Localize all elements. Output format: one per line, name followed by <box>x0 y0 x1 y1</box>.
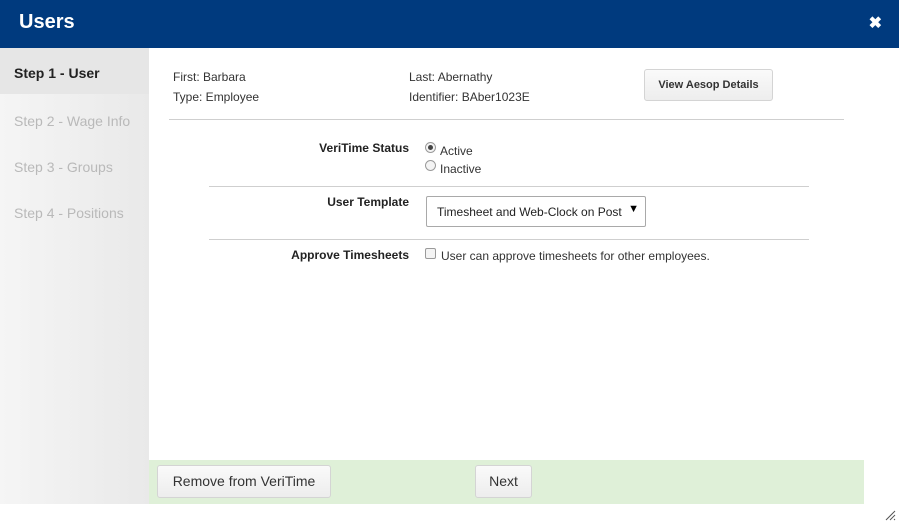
dialog-titlebar: Users ✖ <box>0 0 899 48</box>
divider <box>209 239 809 240</box>
user-last-name: Last: Abernathy <box>409 70 493 84</box>
step-2-wage-info[interactable]: Step 2 - Wage Info <box>0 96 149 142</box>
view-aesop-details-button[interactable]: View Aesop Details <box>644 69 773 101</box>
steps-sidebar: Step 1 - User Step 2 - Wage Info Step 3 … <box>0 48 149 504</box>
dialog-content: First: Barbara Type: Employee Last: Aber… <box>149 48 899 504</box>
user-type: Type: Employee <box>173 90 260 104</box>
step-4-positions[interactable]: Step 4 - Positions <box>0 188 149 234</box>
dialog-title: Users <box>19 11 75 33</box>
approve-timesheets-checkbox-label[interactable]: User can approve timesheets for other em… <box>441 249 710 263</box>
radio-selected-dot <box>428 145 433 150</box>
approve-timesheets-label: Approve Timesheets <box>291 248 409 262</box>
step-1-user[interactable]: Step 1 - User <box>0 48 149 94</box>
approve-timesheets-checkbox[interactable] <box>425 248 436 259</box>
user-template-value: Timesheet and Web-Clock on Post <box>437 205 622 219</box>
dropdown-arrow-icon: ▼ <box>628 203 639 215</box>
status-inactive-label[interactable]: Inactive <box>440 162 481 176</box>
next-button[interactable]: Next <box>475 465 532 498</box>
divider <box>169 119 844 120</box>
status-inactive-radio[interactable] <box>425 160 436 171</box>
dialog-footer: Remove from VeriTime Next <box>149 460 864 504</box>
user-identifier: Identifier: BAber1023E <box>409 90 530 104</box>
close-icon[interactable]: ✖ <box>869 14 882 34</box>
divider <box>209 186 809 187</box>
remove-from-veritime-button[interactable]: Remove from VeriTime <box>157 465 331 498</box>
veritime-status-label: VeriTime Status <box>319 141 409 155</box>
user-template-label: User Template <box>327 195 409 209</box>
resize-handle-icon[interactable] <box>884 509 896 521</box>
user-first-name: First: Barbara <box>173 70 246 84</box>
user-template-select[interactable]: Timesheet and Web-Clock on Post ▼ <box>426 196 646 227</box>
step-3-groups[interactable]: Step 3 - Groups <box>0 142 149 188</box>
status-active-label[interactable]: Active <box>440 144 473 158</box>
status-active-radio[interactable] <box>425 142 436 153</box>
